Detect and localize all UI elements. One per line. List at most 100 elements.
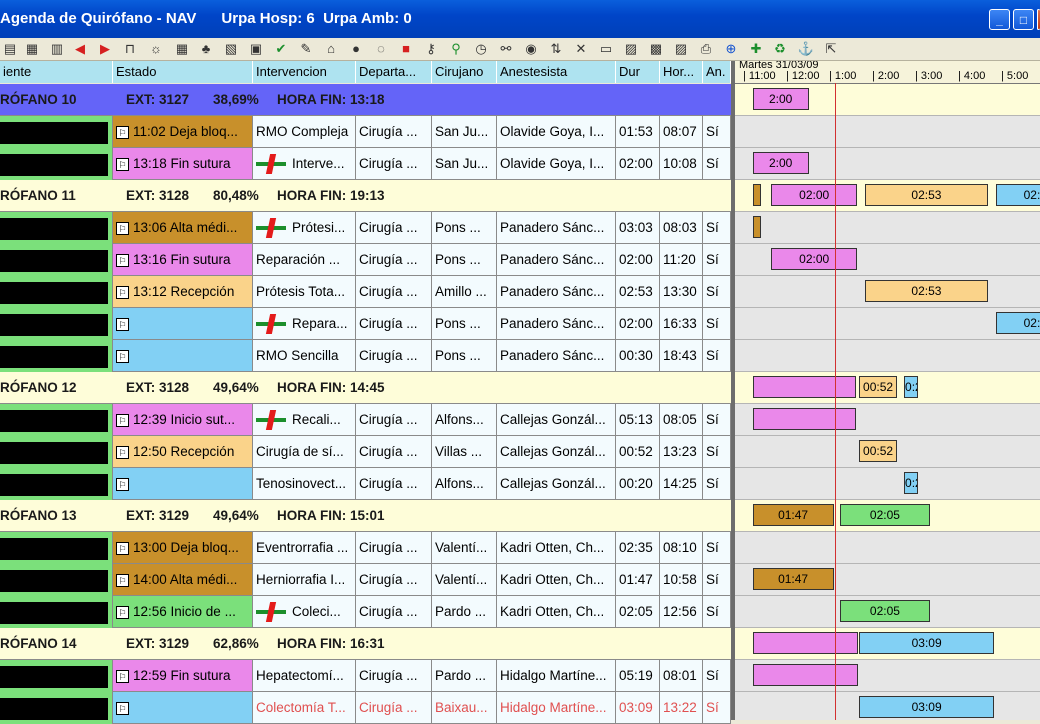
gantt-bar[interactable]: 02:00 (995, 184, 1040, 206)
dep-cell[interactable]: Cirugía ... (356, 436, 432, 468)
dep-cell[interactable]: Cirugía ... (356, 212, 432, 244)
table-row[interactable]: ⚐ 13:00 Deja bloq... Eventrorrafia ... Ciru… (0, 532, 731, 564)
column-header[interactable]: Departa... (356, 61, 432, 83)
hospital-icon[interactable]: ⌂ (321, 39, 341, 59)
dep-cell[interactable]: Cirugía ... (356, 564, 432, 596)
gantt-bar[interactable] (752, 376, 856, 398)
interv-cell[interactable]: Prótesis Tota... (253, 276, 356, 308)
anest-cell[interactable]: Kadri Otten, Ch... (497, 532, 616, 564)
patient-cell[interactable] (0, 692, 113, 724)
clipboard-icon[interactable]: ✎ (296, 39, 316, 59)
an-cell[interactable]: Sí (703, 532, 731, 564)
anest-cell[interactable]: Panadero Sánc... (497, 308, 616, 340)
hora-cell[interactable]: 10:58 (660, 564, 703, 596)
gantt-bar[interactable]: 01:47 (752, 568, 834, 590)
anest-cell[interactable]: Callejas Gonzál... (497, 436, 616, 468)
operating-room-header[interactable]: RÓFANO 10 EXT: 3127 38,69% HORA FIN: 13:18 (0, 84, 731, 116)
hora-cell[interactable]: 08:10 (660, 532, 703, 564)
operating-room-header[interactable]: RÓFANO 12 EXT: 3128 49,64% HORA FIN: 14:45 (0, 372, 731, 404)
dur-cell[interactable]: 02:35 (616, 532, 660, 564)
an-cell[interactable]: Sí (703, 436, 731, 468)
minimize-button[interactable]: _ (989, 9, 1010, 30)
interv-cell[interactable]: Eventrorrafia ... (253, 532, 356, 564)
an-cell[interactable]: Sí (703, 692, 731, 724)
estado-cell[interactable]: ⚐ 13:18 Fin sutura (113, 148, 253, 180)
maximize-button[interactable]: □ (1013, 9, 1034, 30)
gantt-bar[interactable] (752, 664, 859, 686)
patient-cell[interactable] (0, 532, 113, 564)
estado-cell[interactable]: ⚐ 13:12 Recepción (113, 276, 253, 308)
operating-room-header[interactable]: RÓFANO 13 EXT: 3129 49,64% HORA FIN: 15:01 (0, 500, 731, 532)
interv-cell[interactable]: Cirugía de sí... (253, 436, 356, 468)
estado-cell[interactable]: ⚐ 12:59 Fin sutura (113, 660, 253, 692)
dur-cell[interactable]: 02:53 (616, 276, 660, 308)
gantt-bar[interactable]: 03:09 (858, 632, 995, 654)
cir-cell[interactable]: Valentí... (432, 564, 497, 596)
interv-cell[interactable]: RMO Sencilla (253, 340, 356, 372)
patient-cell[interactable] (0, 276, 113, 308)
truck-icon[interactable]: ▣ (246, 39, 266, 59)
hora-cell[interactable]: 14:25 (660, 468, 703, 500)
anest-cell[interactable]: Kadri Otten, Ch... (497, 596, 616, 628)
gantt-bar[interactable]: 00:52 (859, 440, 897, 462)
patient-cell[interactable] (0, 436, 113, 468)
gantt-bar[interactable]: 02:00 (995, 312, 1040, 334)
dep-cell[interactable]: Cirugía ... (356, 660, 432, 692)
lightbulb-icon[interactable]: ☼ (146, 39, 166, 59)
patient-cell[interactable] (0, 244, 113, 276)
column-header[interactable]: An. (703, 61, 731, 83)
column-header[interactable]: iente (0, 61, 113, 83)
chart-icon[interactable]: ▧ (221, 39, 241, 59)
estado-cell[interactable]: ⚐ 14:00 Alta médi... (113, 564, 253, 596)
column-header[interactable]: Anestesista (497, 61, 616, 83)
gantt-bar[interactable] (752, 184, 762, 206)
interv-cell[interactable]: Coleci... (253, 596, 356, 628)
cir-cell[interactable]: Pons ... (432, 340, 497, 372)
printer-icon[interactable]: ⎙ (696, 39, 716, 59)
add-icon[interactable]: ✚ (746, 39, 766, 59)
dur-cell[interactable]: 03:09 (616, 692, 660, 724)
hora-cell[interactable]: 08:07 (660, 116, 703, 148)
arrow-right-icon[interactable]: ▶ (95, 39, 115, 59)
estado-cell[interactable]: ⚐ 13:06 Alta médi... (113, 212, 253, 244)
column-header[interactable]: Cirujano (432, 61, 497, 83)
hora-cell[interactable]: 13:22 (660, 692, 703, 724)
an-cell[interactable]: Sí (703, 244, 731, 276)
arrow-left-icon[interactable]: ◀ (70, 39, 90, 59)
dur-cell[interactable]: 02:05 (616, 596, 660, 628)
hora-cell[interactable]: 08:01 (660, 660, 703, 692)
dur-cell[interactable]: 02:00 (616, 148, 660, 180)
estado-cell[interactable]: ⚐ (113, 468, 253, 500)
anest-cell[interactable]: Hidalgo Martíne... (497, 660, 616, 692)
gantt-bar[interactable]: 02:53 (864, 184, 989, 206)
anest-cell[interactable]: Panadero Sánc... (497, 212, 616, 244)
estado-cell[interactable]: ⚐ 13:00 Deja bloq... (113, 532, 253, 564)
interv-cell[interactable]: Colectomía T... (253, 692, 356, 724)
cir-cell[interactable]: Pardo ... (432, 660, 497, 692)
grid-icon[interactable]: ▦ (172, 39, 192, 59)
dur-cell[interactable]: 01:47 (616, 564, 660, 596)
dep-cell[interactable]: Cirugía ... (356, 404, 432, 436)
patient-cell[interactable] (0, 468, 113, 500)
refresh-icon[interactable]: ♻ (770, 39, 790, 59)
hora-cell[interactable]: 16:33 (660, 308, 703, 340)
cir-cell[interactable]: San Ju... (432, 116, 497, 148)
stamp-icon[interactable]: ◉ (521, 39, 541, 59)
gantt-bar[interactable] (752, 216, 762, 238)
hora-cell[interactable]: 13:30 (660, 276, 703, 308)
an-cell[interactable]: Sí (703, 116, 731, 148)
dep-cell[interactable]: Cirugía ... (356, 692, 432, 724)
link-icon[interactable]: ⚯ (496, 39, 516, 59)
table-row[interactable]: ⚐ Repara... Cirugía ... Pons ... Panadero Sá… (0, 308, 731, 340)
dep-cell[interactable]: Cirugía ... (356, 532, 432, 564)
calendar-icon[interactable]: ▨ (621, 39, 641, 59)
gantt-bar[interactable]: 0:2 (904, 472, 919, 494)
cir-cell[interactable]: Pardo ... (432, 596, 497, 628)
dep-cell[interactable]: Cirugía ... (356, 340, 432, 372)
interv-cell[interactable]: Hepatectomí... (253, 660, 356, 692)
patient-cell[interactable] (0, 212, 113, 244)
an-cell[interactable]: Sí (703, 596, 731, 628)
sort-icon[interactable]: ⇅ (546, 39, 566, 59)
anchor-icon[interactable]: ⚓ (796, 39, 816, 59)
interv-cell[interactable]: Herniorrafia I... (253, 564, 356, 596)
